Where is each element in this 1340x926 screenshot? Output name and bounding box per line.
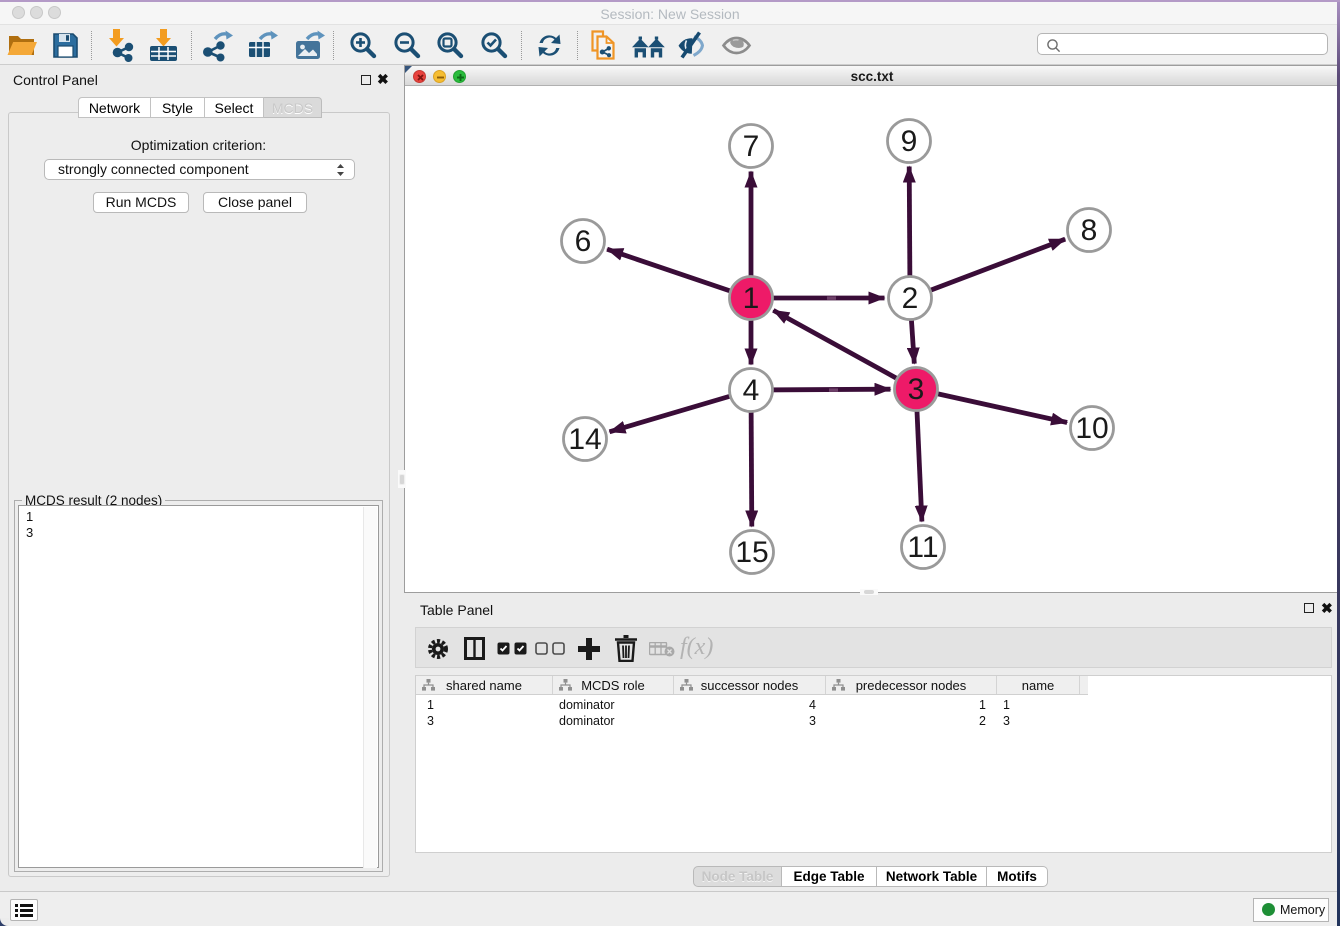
svg-text:2: 2 <box>902 282 919 315</box>
svg-text:1: 1 <box>743 282 760 315</box>
svg-text:14: 14 <box>568 423 601 456</box>
svg-text:6: 6 <box>575 225 592 258</box>
svg-text:8: 8 <box>1081 214 1098 247</box>
svg-text:7: 7 <box>743 130 760 163</box>
svg-text:11: 11 <box>907 531 938 564</box>
svg-text:10: 10 <box>1075 412 1108 445</box>
svg-text:3: 3 <box>908 373 925 406</box>
svg-text:15: 15 <box>735 536 768 569</box>
svg-text:9: 9 <box>901 125 918 158</box>
svg-text:4: 4 <box>743 374 760 407</box>
